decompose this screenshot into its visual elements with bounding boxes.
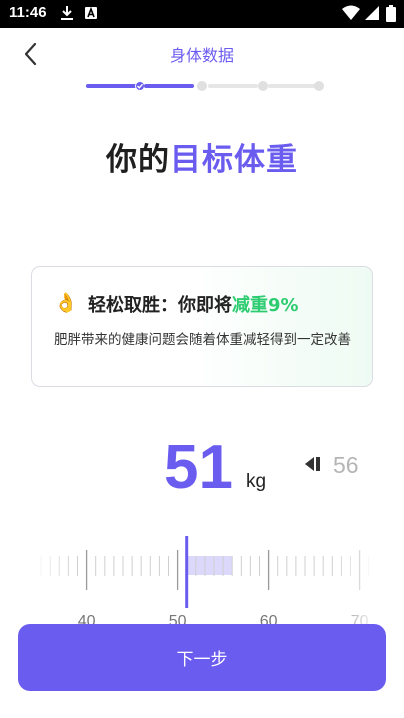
page-title: 身体数据: [169, 46, 234, 65]
signal-icon: [364, 5, 380, 25]
target-weight-value: 51: [164, 433, 233, 502]
next-step-label: 下一步: [176, 650, 228, 670]
progress-segment-3: [208, 84, 258, 88]
heading-accent: 目标体重: [170, 142, 298, 178]
battery-icon: [386, 5, 396, 26]
weight-unit: kg: [246, 471, 267, 492]
card-title-prefix: 轻松取胜：你即将: [88, 295, 232, 316]
previous-weight-value[interactable]: 56: [333, 452, 359, 479]
status-time: 11:46: [9, 4, 47, 21]
card-title-highlight: 减重9%: [232, 295, 299, 316]
progress-segment-4: [268, 84, 316, 88]
weight-ruler-slider[interactable]: 40506070: [30, 536, 376, 628]
wifi-icon: [342, 5, 360, 25]
info-card: 👌 轻松取胜：你即将减重9% 肥胖带来的健康问题会随着体重减轻得到一定改善: [31, 266, 373, 387]
left-arrow-icon[interactable]: [304, 456, 322, 476]
ok-hand-icon: 👌: [54, 292, 78, 314]
ruler-highlight-range: [186, 556, 233, 575]
card-title: 轻松取胜：你即将减重9%: [88, 291, 299, 317]
status-bar: 11:46: [0, 0, 404, 28]
heading-prefix: 你的: [106, 142, 170, 178]
text-a-icon: [84, 5, 98, 25]
next-step-button[interactable]: 下一步: [18, 624, 386, 691]
step-progress: [86, 80, 324, 92]
progress-dot-2: [197, 81, 207, 91]
main-heading: 你的目标体重: [0, 134, 404, 179]
progress-dot-3: [258, 81, 268, 91]
progress-segment-2: [144, 84, 194, 88]
ruler-pointer[interactable]: [185, 536, 189, 608]
ruler-scale: 40506070: [30, 536, 376, 628]
progress-segment-1: [86, 84, 138, 88]
download-icon: [60, 5, 74, 25]
progress-dot-4: [314, 81, 324, 91]
card-body: 肥胖带来的健康问题会随着体重减轻得到一定改善: [54, 332, 351, 348]
